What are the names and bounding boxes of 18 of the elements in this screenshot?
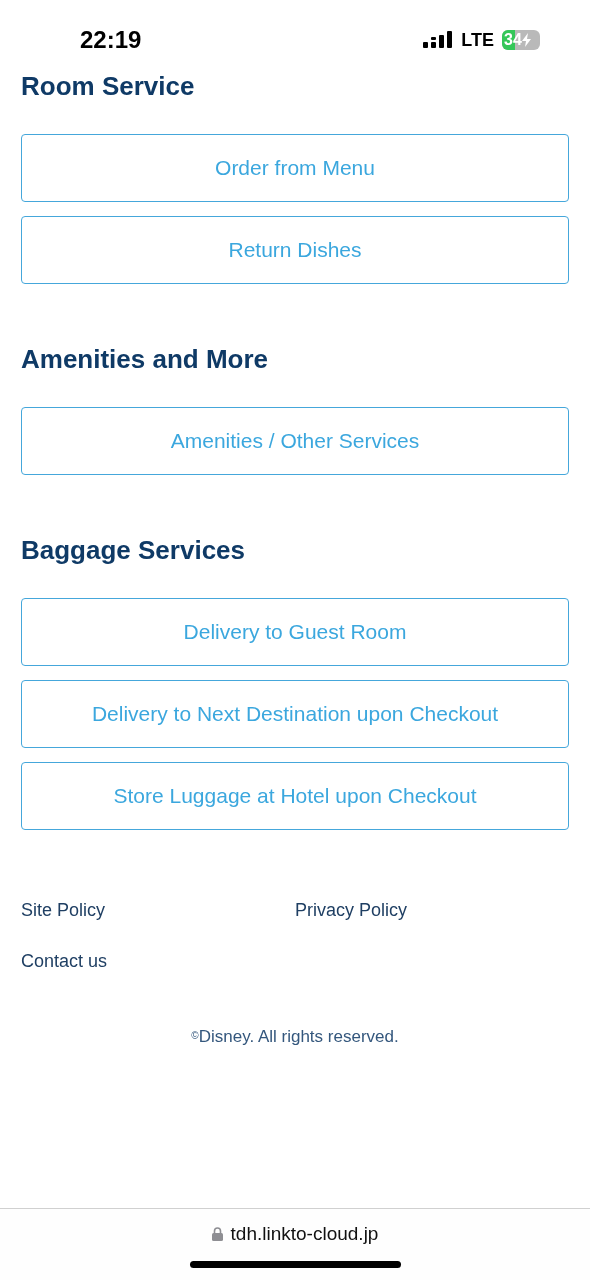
service-button[interactable]: Delivery to Next Destination upon Checkout bbox=[21, 680, 569, 748]
clock-time: 22:19 bbox=[80, 25, 142, 54]
signal-icon bbox=[423, 31, 454, 49]
section-heading: Room Service bbox=[21, 70, 196, 102]
service-button[interactable]: Store Luggage at Hotel upon Checkout bbox=[21, 762, 569, 830]
section-heading: Baggage Services bbox=[21, 534, 246, 566]
service-button[interactable]: Amenities / Other Services bbox=[21, 407, 569, 475]
footer-link[interactable]: Privacy Policy bbox=[295, 899, 408, 921]
service-button[interactable]: Order from Menu bbox=[21, 134, 569, 202]
network-type: LTE bbox=[461, 29, 494, 51]
home-indicator[interactable] bbox=[190, 1261, 401, 1268]
footer-link[interactable]: Contact us bbox=[21, 950, 108, 972]
footer-link[interactable]: Site Policy bbox=[21, 899, 106, 921]
service-button[interactable]: Return Dishes bbox=[21, 216, 569, 284]
section-heading: Amenities and More bbox=[21, 343, 270, 375]
url-text[interactable]: tdh.linkto-cloud.jp bbox=[230, 1223, 379, 1245]
copyright-text: $^{©}$Disney. All rights reserved. bbox=[191, 1027, 399, 1046]
service-button[interactable]: Delivery to Guest Room bbox=[21, 598, 569, 666]
